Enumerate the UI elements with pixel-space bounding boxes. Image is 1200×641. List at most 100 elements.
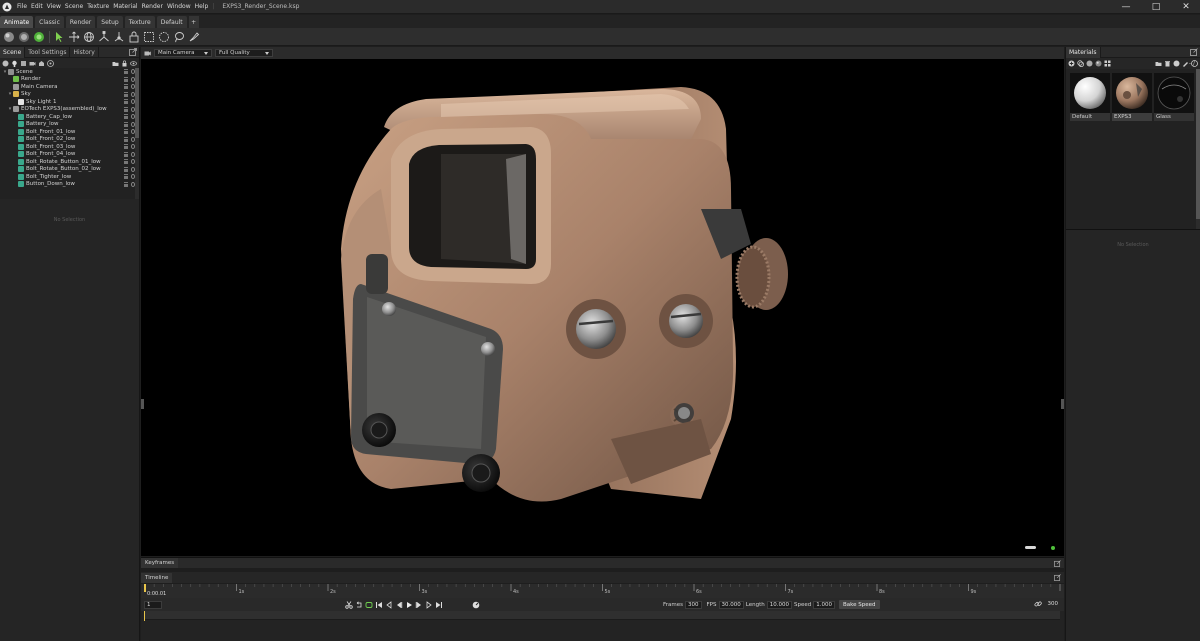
tab-default[interactable]: Default — [156, 16, 187, 28]
tab-keyframes[interactable]: Keyframes — [141, 558, 179, 568]
lock-icon[interactable] — [124, 136, 128, 142]
viewport-right-collapse-handle[interactable] — [1061, 399, 1064, 409]
scene-tree-item[interactable]: Bolt_Rotate_Button_02_low — [0, 166, 139, 174]
step-back-icon[interactable] — [394, 600, 403, 609]
tab-materials[interactable]: Materials — [1066, 47, 1101, 58]
scene-tree-item[interactable]: Bolt_Front_04_low — [0, 151, 139, 159]
lock-icon[interactable] — [124, 166, 128, 172]
scene-tree-item[interactable]: Sky Light 1 — [0, 98, 139, 106]
previous-key-icon[interactable] — [384, 600, 393, 609]
material-sphere-icon[interactable] — [17, 30, 31, 44]
keyframes-popout-icon[interactable] — [1054, 560, 1061, 567]
speed-input[interactable]: 1.000 — [813, 600, 835, 609]
pivot-icon[interactable] — [112, 30, 126, 44]
scene-tree-item[interactable]: Button_Down_low — [0, 181, 139, 189]
scale-icon[interactable] — [97, 30, 111, 44]
undo-loop-icon[interactable] — [354, 600, 363, 609]
scene-tree-scrollbar-thumb[interactable] — [135, 68, 139, 138]
lock-icon[interactable] — [124, 114, 128, 120]
render-viewport[interactable] — [141, 59, 1064, 556]
render-sphere-icon[interactable] — [32, 30, 46, 44]
tab-render[interactable]: Render — [65, 16, 96, 28]
maximize-icon[interactable]: □ — [1150, 1, 1162, 13]
scene-tree-item[interactable]: Render — [0, 76, 139, 84]
material-folder-icon[interactable] — [1155, 60, 1162, 67]
paint-select-icon[interactable] — [187, 30, 201, 44]
lock-icon[interactable] — [124, 69, 128, 75]
select-arrow-icon[interactable] — [52, 30, 66, 44]
skip-to-end-icon[interactable] — [434, 600, 443, 609]
material-assign-icon[interactable] — [1173, 60, 1180, 67]
menu-help[interactable]: Help — [193, 3, 211, 10]
length-input[interactable]: 10.000 — [766, 600, 792, 609]
materials-scrollbar[interactable] — [1196, 69, 1200, 229]
menu-texture[interactable]: Texture — [85, 3, 111, 10]
lock-icon[interactable] — [124, 151, 128, 157]
folder-icon[interactable] — [112, 60, 119, 67]
tab-setup[interactable]: Setup — [97, 16, 123, 28]
tab-classic[interactable]: Classic — [35, 16, 64, 28]
lock-icon[interactable] — [124, 181, 128, 187]
tab-history[interactable]: History — [70, 47, 99, 58]
timeline-popout-icon[interactable] — [1054, 574, 1061, 581]
circle-select-icon[interactable] — [157, 30, 171, 44]
material-filter[interactable]: - / — [1189, 60, 1195, 67]
material-sphere-preview-icon[interactable] — [1095, 60, 1102, 67]
menu-view[interactable]: View — [45, 3, 63, 10]
material-grid-icon[interactable] — [1104, 60, 1111, 67]
lasso-icon[interactable] — [172, 30, 186, 44]
scene-tree-item[interactable]: Bolt_Tighter_low — [0, 173, 139, 181]
frames-input[interactable]: 300 — [685, 600, 702, 609]
timeline-ruler[interactable]: 1s 2s 3s 4s 5s 6s 7s 8s 9s 0:00.01 — [141, 584, 1064, 598]
tab-scene[interactable]: Scene — [0, 47, 26, 58]
sphere-icon[interactable] — [2, 30, 16, 44]
lock-icon[interactable] — [124, 106, 128, 112]
material-card-glass[interactable]: Glass — [1154, 73, 1194, 121]
tab-timeline[interactable]: Timeline — [141, 572, 173, 583]
skip-to-start-icon[interactable] — [374, 600, 383, 609]
material-library-icon[interactable] — [1086, 60, 1093, 67]
menu-material[interactable]: Material — [111, 3, 139, 10]
add-light-icon[interactable] — [11, 60, 18, 67]
material-card-default[interactable]: Default — [1070, 73, 1110, 121]
add-sphere-icon[interactable] — [47, 59, 54, 67]
viewport-left-collapse-handle[interactable] — [141, 399, 144, 409]
scene-tree-item[interactable]: Main Camera — [0, 83, 139, 91]
loop-icon[interactable] — [364, 600, 373, 609]
lock-icon[interactable] — [124, 91, 128, 97]
lock-icon[interactable] — [124, 76, 128, 82]
box-select-icon[interactable] — [142, 30, 156, 44]
add-tab-button[interactable]: + — [188, 16, 199, 28]
scene-tree-item[interactable]: ▾ Sky — [0, 91, 139, 99]
play-icon[interactable] — [404, 600, 413, 609]
lock-icon[interactable] — [124, 129, 128, 135]
lock-icon[interactable] — [121, 60, 128, 67]
duplicate-material-icon[interactable] — [1077, 59, 1084, 67]
tab-tool-settings[interactable]: Tool Settings — [25, 47, 71, 58]
scene-tree-item[interactable]: Bolt_Front_02_low — [0, 136, 139, 144]
lock-icon[interactable] — [124, 84, 128, 90]
tab-animate[interactable]: Animate — [0, 16, 34, 28]
material-card-exps3[interactable]: EXPS3 — [1112, 73, 1152, 121]
material-bin-icon[interactable] — [1164, 60, 1171, 67]
scene-tree-item[interactable]: ▾ Scene — [0, 68, 139, 76]
materials-scrollbar-thumb[interactable] — [1196, 69, 1200, 219]
lock-icon[interactable] — [124, 121, 128, 127]
next-key-icon[interactable] — [424, 600, 433, 609]
lock-icon[interactable] — [124, 159, 128, 165]
move-icon[interactable] — [67, 30, 81, 44]
ruler-playhead[interactable] — [144, 584, 146, 592]
lock-icon[interactable] — [124, 144, 128, 150]
menu-edit[interactable]: Edit — [29, 3, 45, 10]
lock-icon[interactable] — [124, 99, 128, 105]
rotate-icon[interactable] — [82, 30, 96, 44]
visibility-icon[interactable] — [130, 60, 137, 67]
lock-icon[interactable] — [124, 174, 128, 180]
scene-tree-item[interactable]: Bolt_Rotate_Button_01_low — [0, 158, 139, 166]
record-dial-icon[interactable] — [471, 600, 480, 609]
scene-tree-item[interactable]: Battery_low — [0, 121, 139, 129]
timeline-track-area[interactable] — [141, 611, 1064, 641]
add-object-icon[interactable] — [2, 60, 9, 67]
scissors-icon[interactable] — [344, 600, 353, 609]
playhead[interactable] — [144, 611, 145, 621]
